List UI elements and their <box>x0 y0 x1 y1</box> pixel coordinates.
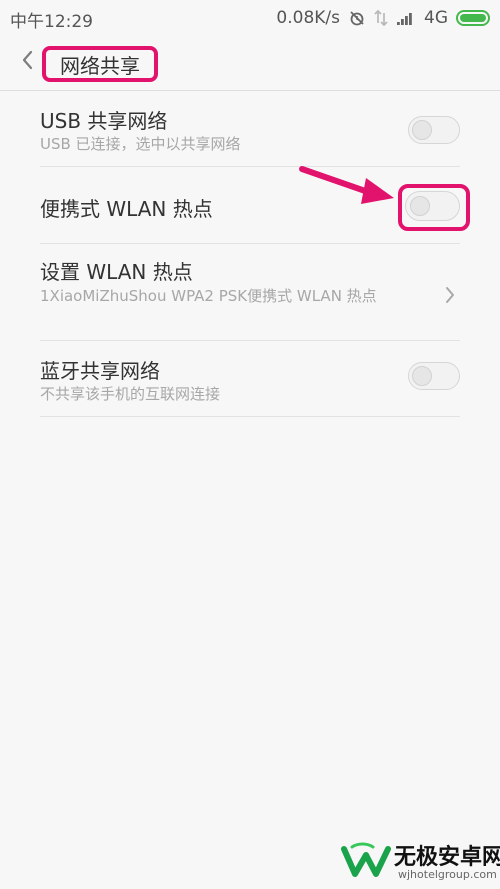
watermark-logo-icon <box>341 842 391 877</box>
status-time: 中午12:29 <box>10 12 93 32</box>
back-button[interactable] <box>16 48 40 76</box>
portable-wlan-hotspot-toggle[interactable] <box>405 191 460 221</box>
alarm-off-icon <box>348 9 366 27</box>
status-icons: 0.08K/s 4G <box>276 7 490 29</box>
usb-tethering-subtitle: USB 已连接，选中以共享网络 <box>40 135 241 153</box>
chevron-left-icon <box>20 48 36 76</box>
data-transfer-icon <box>374 9 388 27</box>
status-bar: 中午12:29 0.08K/s 4G <box>0 0 500 36</box>
watermark-url: wjhotelgroup.com <box>398 868 497 881</box>
usb-tethering-row[interactable]: USB 共享网络 USB 已连接，选中以共享网络 <box>0 91 500 167</box>
toggle-knob <box>412 366 432 386</box>
watermark-text: 无极安卓网 <box>394 845 500 870</box>
portable-wlan-hotspot-title: 便携式 WLAN 热点 <box>40 197 213 221</box>
page-title: 网络共享 <box>60 53 140 78</box>
battery-icon <box>456 10 490 26</box>
wlan-hotspot-settings-row[interactable]: 设置 WLAN 热点 1XiaoMiZhuShou WPA2 PSK便携式 WL… <box>0 244 500 341</box>
network-type: 4G <box>424 8 448 28</box>
toggle-knob <box>410 196 430 216</box>
bluetooth-tethering-toggle[interactable] <box>408 362 460 390</box>
toggle-knob <box>412 120 432 140</box>
page-title-highlight: 网络共享 <box>42 46 158 82</box>
bluetooth-tethering-subtitle: 不共享该手机的互联网连接 <box>40 385 221 403</box>
signal-icon <box>396 10 416 26</box>
chevron-right-icon <box>442 286 458 304</box>
usb-tethering-title: USB 共享网络 <box>40 109 168 133</box>
title-bar: 网络共享 <box>0 36 500 90</box>
network-speed: 0.08K/s <box>276 8 340 28</box>
usb-tethering-toggle[interactable] <box>408 116 460 144</box>
wlan-hotspot-settings-title: 设置 WLAN 热点 <box>40 260 193 284</box>
bluetooth-tethering-title: 蓝牙共享网络 <box>40 359 160 383</box>
bluetooth-tethering-row[interactable]: 蓝牙共享网络 不共享该手机的互联网连接 <box>0 341 500 417</box>
settings-list: USB 共享网络 USB 已连接，选中以共享网络 便携式 WLAN 热点 设置 … <box>0 91 500 417</box>
wlan-hotspot-settings-subtitle: 1XiaoMiZhuShou WPA2 PSK便携式 WLAN 热点 <box>40 287 377 305</box>
watermark: 无极安卓网 wjhotelgroup.com <box>340 835 500 889</box>
